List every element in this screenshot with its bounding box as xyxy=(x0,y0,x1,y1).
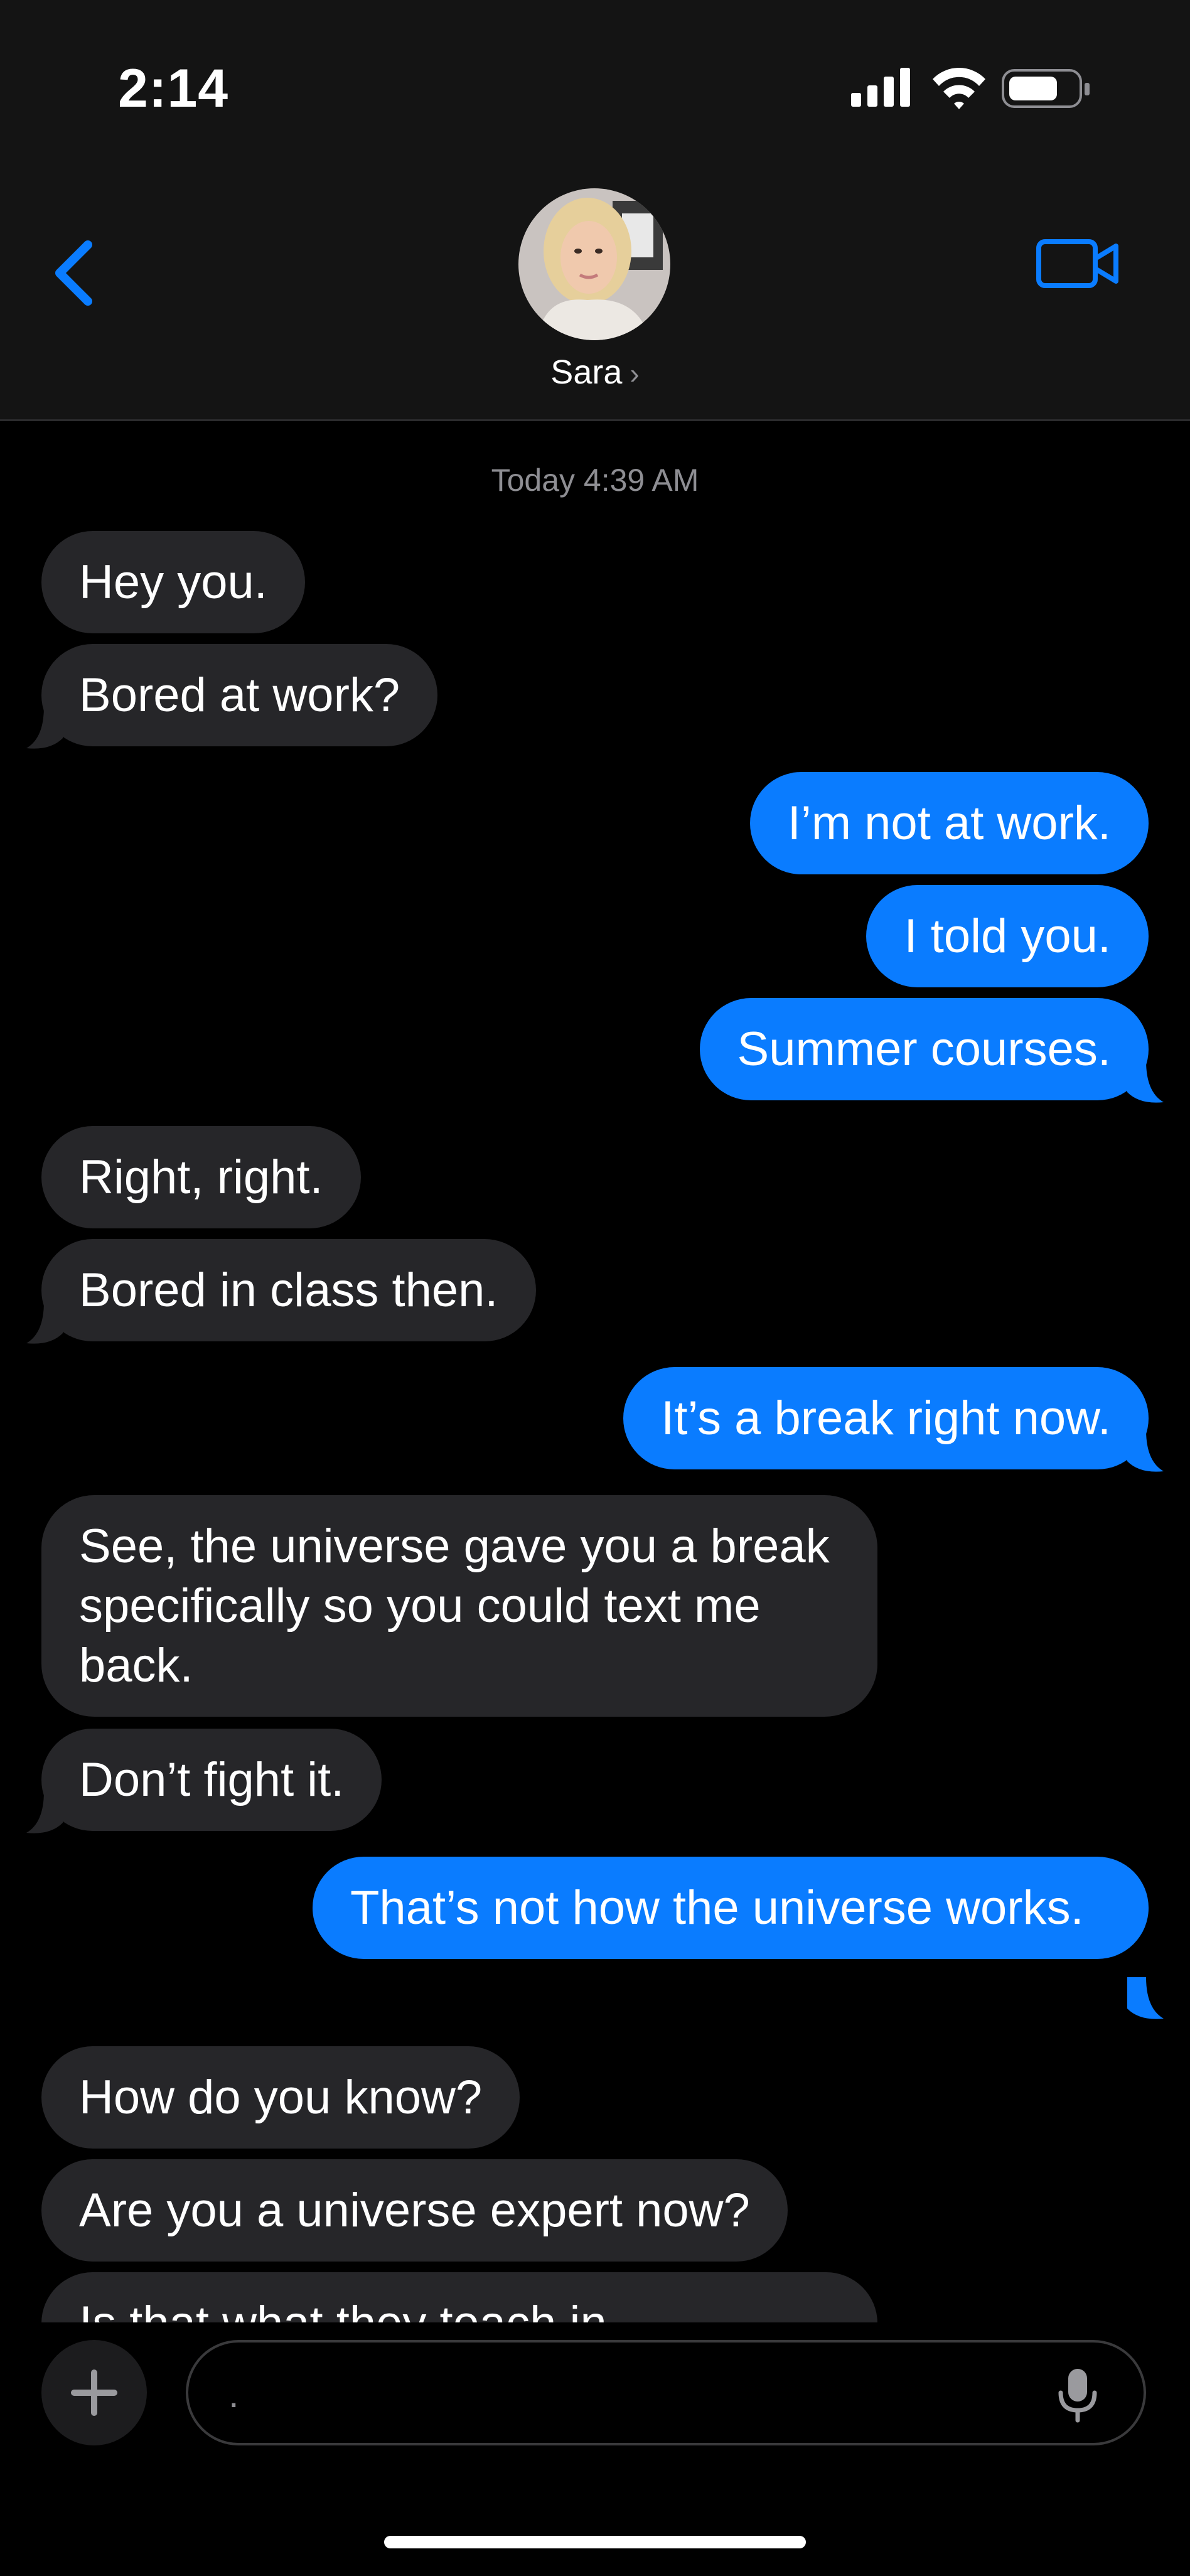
conversation-header: Sara › xyxy=(0,157,1190,421)
bubble-tail xyxy=(26,1302,63,1344)
video-call-button[interactable] xyxy=(1036,232,1121,295)
bubble-tail xyxy=(1127,1977,1164,2019)
video-camera-icon xyxy=(1036,239,1118,288)
message-bubble-incoming[interactable]: See, the universe gave you a break speci… xyxy=(41,1495,877,1717)
status-icons xyxy=(851,68,1090,109)
message-bubble-incoming[interactable]: Are you a universe expert now? xyxy=(41,2159,788,2262)
contact-name-button[interactable]: Sara › xyxy=(0,353,1190,392)
dictation-button[interactable] xyxy=(1056,2366,1100,2424)
message-bubble-outgoing[interactable]: That’s not how the universe works. xyxy=(313,1857,1149,1959)
message-composer: . xyxy=(0,2322,1190,2576)
bubble-tail xyxy=(26,1791,63,1833)
message-input[interactable]: . xyxy=(186,2340,1146,2445)
plus-icon xyxy=(71,2369,117,2416)
bubble-tail xyxy=(26,707,63,749)
message-bubble-outgoing[interactable]: I’m not at work. xyxy=(749,772,1149,874)
status-bar: 2:14 xyxy=(0,0,1190,157)
message-bubble-outgoing[interactable]: It’s a break right now. xyxy=(623,1367,1149,1469)
microphone-icon xyxy=(1058,2369,1097,2423)
contact-name: Sara xyxy=(550,353,623,391)
message-bubble-incoming[interactable]: Hey you. xyxy=(41,531,305,633)
status-time: 2:14 xyxy=(118,58,229,119)
message-input-placeholder: . xyxy=(228,2373,239,2415)
chevron-left-icon xyxy=(55,240,92,306)
bubble-tail xyxy=(1127,1430,1164,1472)
message-bubble-incoming[interactable]: Bored at work? xyxy=(41,644,438,746)
home-indicator[interactable] xyxy=(384,2536,806,2548)
bubble-tail xyxy=(1127,1061,1164,1103)
message-bubble-incoming[interactable]: Bored in class then. xyxy=(41,1239,536,1341)
chevron-right-icon: › xyxy=(630,357,640,390)
message-bubble-incoming[interactable]: How do you know? xyxy=(41,2046,520,2149)
message-bubble-outgoing[interactable]: Summer courses. xyxy=(699,998,1149,1100)
cellular-signal-icon xyxy=(851,68,910,107)
message-bubble-outgoing[interactable]: I told you. xyxy=(866,885,1149,987)
add-attachment-button[interactable] xyxy=(41,2340,147,2445)
battery-icon xyxy=(1002,69,1090,108)
back-button[interactable] xyxy=(44,229,107,317)
message-bubble-incoming[interactable]: Don’t fight it. xyxy=(41,1729,382,1831)
contact-avatar[interactable] xyxy=(518,188,670,340)
wifi-icon xyxy=(933,68,985,109)
thread-timestamp: Today 4:39 AM xyxy=(491,463,699,498)
message-bubble-incoming[interactable]: Right, right. xyxy=(41,1126,361,1228)
